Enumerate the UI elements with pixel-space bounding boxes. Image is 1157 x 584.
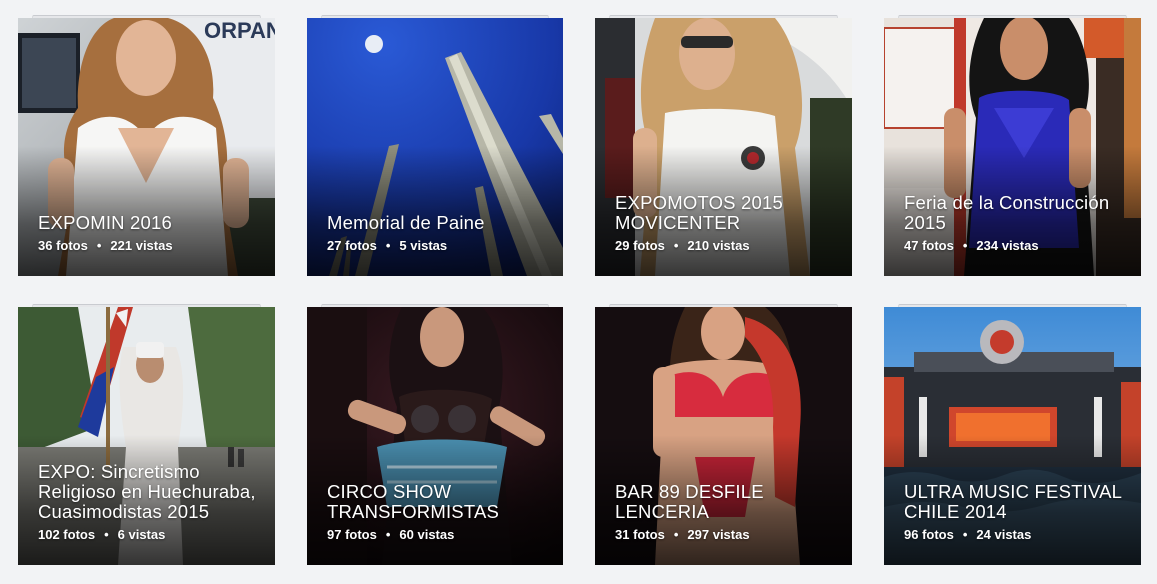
album-stats: 27 fotos • 5 vistas	[327, 238, 549, 254]
photo-count: 102 fotos	[38, 527, 96, 542]
view-count: 221 vistas	[110, 238, 173, 253]
album-caption: Feria de la Construcción 2015 47 fotos • 2…	[904, 193, 1127, 254]
photo-count: 96 fotos	[904, 527, 954, 542]
photo-count: 47 fotos	[904, 238, 954, 253]
separator-dot: •	[104, 527, 109, 542]
album-title[interactable]: Memorial de Paine	[327, 213, 549, 233]
album-caption: EXPOMOTOS 2015 MOVICENTER 29 fotos • 210 v…	[615, 193, 838, 254]
album-title[interactable]: ULTRA MUSIC FESTIVAL CHILE 2014	[904, 482, 1127, 522]
separator-dot: •	[962, 238, 968, 253]
album-stats: 36 fotos • 221 vistas	[38, 238, 261, 254]
album-grid: ORPAN LATINA SpA EXPOMIN 2016 36 fotos•2…	[0, 0, 1157, 584]
album-caption: BAR 89 DESFILE LENCERIA 31 fotos • 297 vis…	[615, 482, 838, 543]
album-card-expomin-2016[interactable]: ORPAN LATINA SpA EXPOMIN 2016 36 fotos • 2…	[18, 15, 275, 276]
album-card-memorial-de-paine[interactable]: Memorial de Paine 27 fotos • 5 vistas	[307, 15, 563, 276]
album-title[interactable]: EXPO: Sincretismo Religioso en Huechurab…	[38, 462, 261, 522]
album-title[interactable]: EXPOMOTOS 2015 MOVICENTER	[615, 193, 838, 233]
cover-gradient	[18, 146, 275, 276]
album-card-bar-89[interactable]: BAR 89 DESFILE LENCERIA 31 fotos • 297 vis…	[595, 304, 852, 565]
album-stats: 102 fotos • 6 vistas	[38, 527, 261, 543]
cover-logo-text: ORPAN LATINA SpA	[204, 18, 275, 43]
cover-gradient	[307, 146, 563, 276]
album-stats: 97 fotos • 60 vistas	[327, 527, 549, 543]
view-count: 210 vistas	[687, 238, 750, 253]
album-caption: EXPO: Sincretismo Religioso en Huechurab…	[38, 462, 261, 543]
photo-count: 36 fotos	[38, 238, 88, 253]
separator-dot: •	[673, 527, 679, 542]
view-count: 24 vistas	[976, 527, 1032, 542]
album-caption: CIRCO SHOW TRANSFORMISTAS 97 fotos • 60 vi…	[327, 482, 549, 543]
photo-count: 97 fotos	[327, 527, 377, 542]
separator-dot: •	[673, 238, 679, 253]
album-card-feria-construccion-2015[interactable]: Feria de la Construcción 2015 47 fotos • 2…	[884, 15, 1141, 276]
album-card-circo-show[interactable]: CIRCO SHOW TRANSFORMISTAS 97 fotos • 60 vi…	[307, 304, 563, 565]
album-stats: 96 fotos • 24 vistas	[904, 527, 1127, 543]
separator-dot: •	[962, 527, 968, 542]
album-title[interactable]: CIRCO SHOW TRANSFORMISTAS	[327, 482, 549, 522]
photo-count: 27 fotos	[327, 238, 377, 253]
view-count: 60 vistas	[399, 527, 455, 542]
album-title[interactable]: EXPOMIN 2016	[38, 213, 261, 233]
view-count: 5 vistas	[399, 238, 448, 253]
album-title[interactable]: Feria de la Construcción 2015	[904, 193, 1127, 233]
view-count: 297 vistas	[687, 527, 750, 542]
separator-dot: •	[385, 238, 391, 253]
photo-count: 29 fotos	[615, 238, 665, 253]
view-count: 6 vistas	[117, 527, 166, 542]
album-caption: Memorial de Paine 27 fotos • 5 vistas	[327, 213, 549, 254]
album-card-ultra-music-festival[interactable]: ULTRA MUSIC FESTIVAL CHILE 2014 96 fotos…	[884, 304, 1141, 565]
album-caption: ULTRA MUSIC FESTIVAL CHILE 2014 96 fotos…	[904, 482, 1127, 543]
album-card-expo-sincretismo[interactable]: EXPO: Sincretismo Religioso en Huechurab…	[18, 304, 275, 565]
album-card-expomotos-2015[interactable]: EXPOMOTOS 2015 MOVICENTER 29 fotos • 210 v…	[595, 15, 852, 276]
photo-count: 31 fotos	[615, 527, 665, 542]
album-stats: 31 fotos • 297 vistas	[615, 527, 838, 543]
album-stats: 47 fotos • 234 vistas	[904, 238, 1127, 254]
album-stats: 29 fotos • 210 vistas	[615, 238, 838, 254]
separator-dot: •	[96, 238, 102, 253]
album-caption: EXPOMIN 2016 36 fotos • 221 vistas	[38, 213, 261, 254]
separator-dot: •	[385, 527, 391, 542]
album-title[interactable]: BAR 89 DESFILE LENCERIA	[615, 482, 838, 522]
view-count: 234 vistas	[976, 238, 1039, 253]
